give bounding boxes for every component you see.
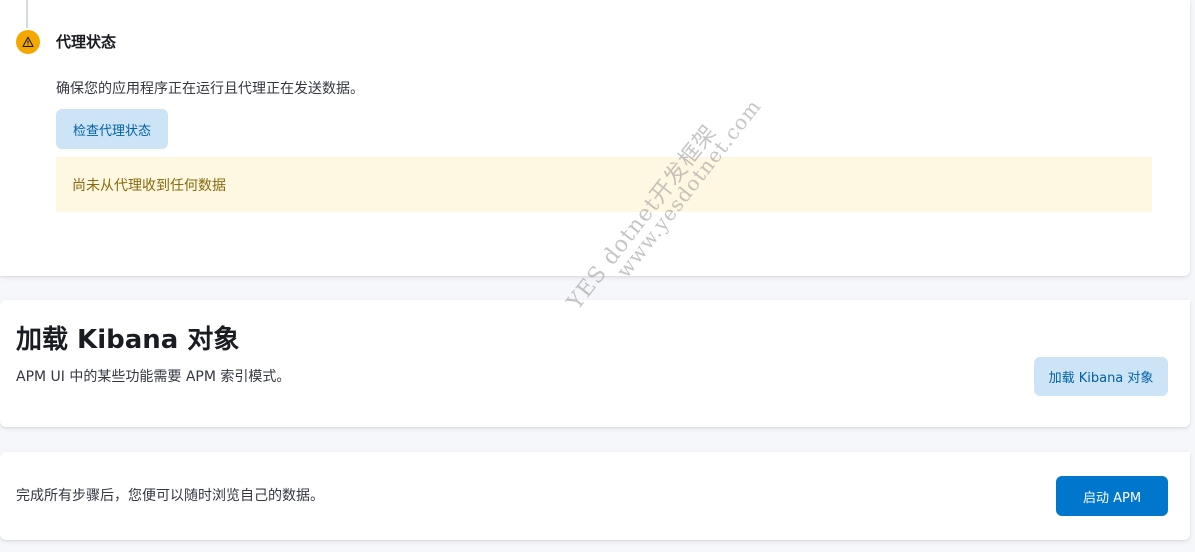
agent-status-panel: 代理状态 确保您的应用程序正在运行且代理正在发送数据。 检查代理状态 尚未从代理… [0,0,1190,276]
step-connector-line [26,0,28,28]
launch-apm-button[interactable]: 启动 APM [1056,476,1168,516]
kibana-objects-panel [0,300,1190,427]
callout-text: 尚未从代理收到任何数据 [72,177,226,194]
page: 代理状态 确保您的应用程序正在运行且代理正在发送数据。 检查代理状态 尚未从代理… [0,0,1195,552]
load-kibana-objects-button[interactable]: 加载 Kibana 对象 [1034,357,1168,396]
no-data-callout: 尚未从代理收到任何数据 [56,157,1152,212]
warning-icon [16,30,40,54]
launch-description: 完成所有步骤后，您便可以随时浏览自己的数据。 [16,488,324,504]
kibana-objects-title: 加载 Kibana 对象 [16,325,240,355]
kibana-objects-description: APM UI 中的某些功能需要 APM 索引模式。 [16,369,291,385]
agent-status-title: 代理状态 [56,33,117,51]
warning-triangle-glyph [22,36,34,48]
check-agent-status-button[interactable]: 检查代理状态 [56,109,168,149]
agent-status-description: 确保您的应用程序正在运行且代理正在发送数据。 [56,81,364,97]
